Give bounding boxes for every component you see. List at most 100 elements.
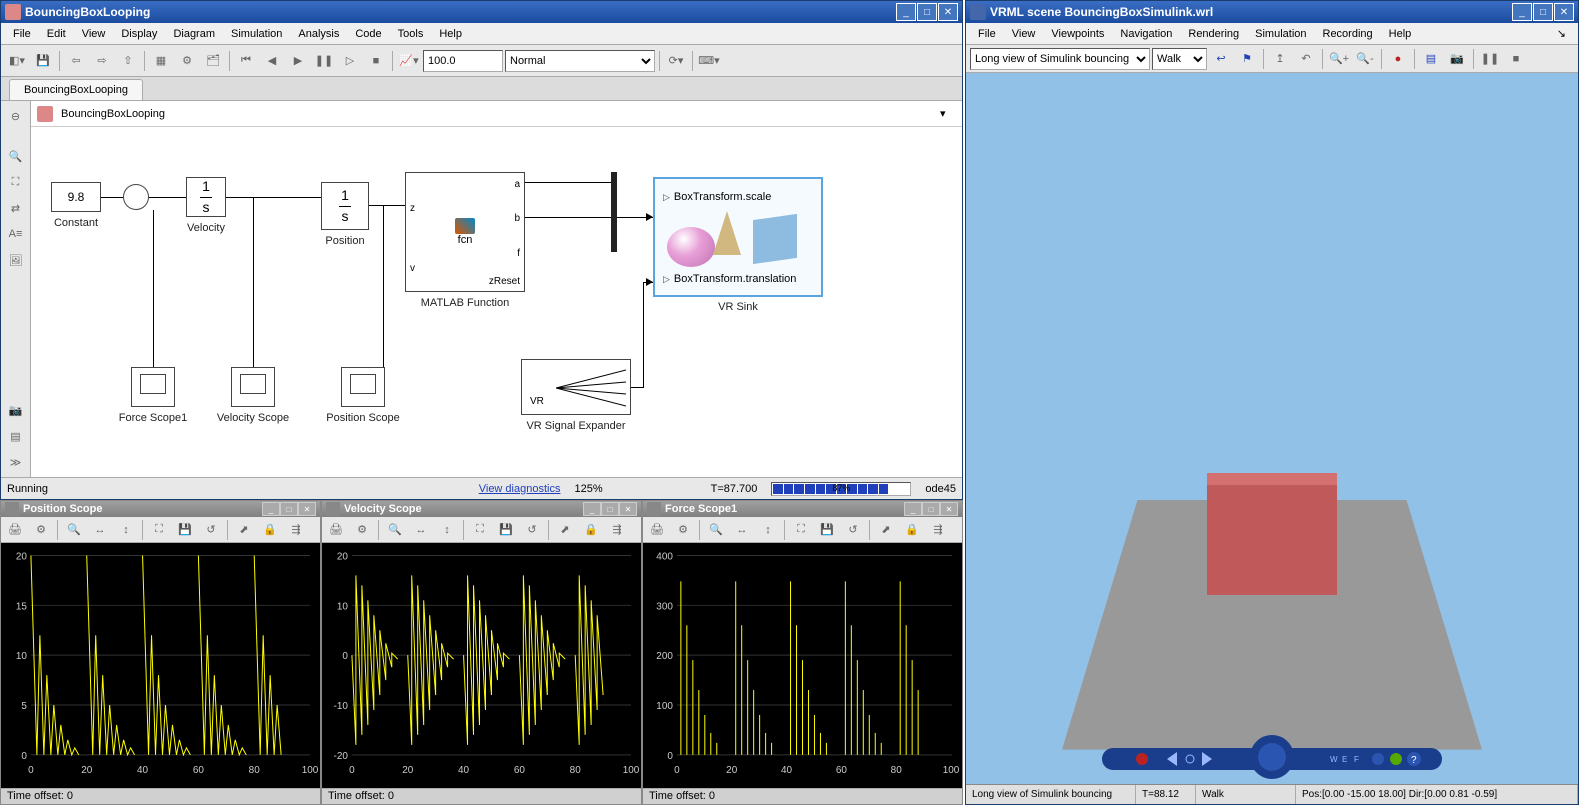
- zoom-in-icon[interactable]: 🔍+: [1327, 47, 1351, 71]
- minimize-button[interactable]: _: [262, 502, 280, 516]
- close-button[interactable]: ✕: [938, 3, 958, 21]
- menu-diagram[interactable]: Diagram: [165, 26, 223, 42]
- pause-icon[interactable]: ❚❚: [1478, 47, 1502, 71]
- zoom-x-icon[interactable]: ↔: [409, 518, 433, 542]
- save-icon[interactable]: 💾: [31, 49, 55, 73]
- print-icon[interactable]: 🖨: [3, 518, 27, 542]
- vrml-menu-file[interactable]: File: [970, 26, 1004, 42]
- autoscale-icon[interactable]: ⛶: [789, 518, 813, 542]
- force-scope-title-bar[interactable]: Force Scope1 _ □ ✕: [643, 501, 962, 517]
- menu-help[interactable]: Help: [431, 26, 470, 42]
- autoscale-icon[interactable]: ⛶: [468, 518, 492, 542]
- viewpoint-select[interactable]: Long view of Simulink bouncing ...: [970, 48, 1150, 70]
- minimize-button[interactable]: _: [583, 502, 601, 516]
- signal-select-icon[interactable]: ⇶: [284, 518, 308, 542]
- diagram-canvas[interactable]: 9.8 Constant 1s Velocity 1s Position z: [31, 127, 962, 477]
- block-params-icon[interactable]: ▤: [1419, 47, 1443, 71]
- maximize-button[interactable]: □: [917, 3, 937, 21]
- maximize-button[interactable]: □: [1533, 3, 1553, 21]
- close-button[interactable]: ✕: [298, 502, 316, 516]
- expand-icon[interactable]: ≫: [5, 451, 27, 473]
- zoom-y-icon[interactable]: ↕: [114, 518, 138, 542]
- matlab-function-block[interactable]: z v a b f zReset fcn MATLAB Function: [405, 172, 525, 292]
- nav-panel[interactable]: WEF ?: [1102, 734, 1442, 780]
- image-icon[interactable]: 🖼: [5, 249, 27, 271]
- menu-simulation[interactable]: Simulation: [223, 26, 290, 42]
- step-forward-icon[interactable]: ▷: [338, 49, 362, 73]
- position-integrator-block[interactable]: 1s Position: [321, 182, 369, 230]
- vrml-menu-simulation[interactable]: Simulation: [1247, 26, 1314, 42]
- zoom-y-icon[interactable]: ↕: [756, 518, 780, 542]
- hide-browser-icon[interactable]: ⊖: [5, 105, 27, 127]
- restore-axes-icon[interactable]: ↺: [841, 518, 865, 542]
- save-axes-icon[interactable]: 💾: [173, 518, 197, 542]
- restore-axes-icon[interactable]: ↺: [520, 518, 544, 542]
- menu-edit[interactable]: Edit: [39, 26, 74, 42]
- lock-icon[interactable]: 🔒: [579, 518, 603, 542]
- forward-icon[interactable]: ⇨: [90, 49, 114, 73]
- fast-restart-icon[interactable]: ⟳▾: [664, 49, 688, 73]
- save-axes-icon[interactable]: 💾: [815, 518, 839, 542]
- force-scope-block[interactable]: Force Scope1: [131, 367, 175, 407]
- stop-icon[interactable]: ■: [1504, 47, 1528, 71]
- back-icon[interactable]: ⇦: [64, 49, 88, 73]
- menu-file[interactable]: File: [5, 26, 39, 42]
- build-icon[interactable]: ⌨▾: [697, 49, 721, 73]
- stop-time-input[interactable]: [423, 50, 503, 72]
- zoom-in-icon[interactable]: 🔍: [5, 145, 27, 167]
- maximize-button[interactable]: □: [601, 502, 619, 516]
- step-back-icon[interactable]: ⏮: [234, 49, 258, 73]
- menu-tools[interactable]: Tools: [390, 26, 432, 42]
- nav-flag-icon[interactable]: ⚑: [1235, 47, 1259, 71]
- velocity-scope-plot[interactable]: 20 10 0 -10 -20 0 20 40 60 80 100: [322, 543, 641, 787]
- model-explorer-icon[interactable]: 🗂: [201, 49, 225, 73]
- position-scope-plot[interactable]: 20 15 10 5 0 0 20 40 60 80 100: [1, 543, 320, 787]
- close-button[interactable]: ✕: [619, 502, 637, 516]
- minimize-button[interactable]: _: [904, 502, 922, 516]
- fit-to-view-icon[interactable]: ⛶: [5, 171, 27, 193]
- vrml-menu-recording[interactable]: Recording: [1315, 26, 1381, 42]
- close-button[interactable]: ✕: [1554, 3, 1574, 21]
- params-icon[interactable]: ⚙: [671, 518, 695, 542]
- save-axes-icon[interactable]: 💾: [494, 518, 518, 542]
- vr-sink-block[interactable]: BoxTransform.scale BoxTransform.translat…: [653, 177, 823, 297]
- nav-back-icon[interactable]: ↩: [1209, 47, 1233, 71]
- force-scope-plot[interactable]: 400 300 200 100 0 0 20 40 60 80 100: [643, 543, 962, 787]
- params-icon[interactable]: ⚙: [350, 518, 374, 542]
- restore-axes-icon[interactable]: ↺: [199, 518, 223, 542]
- zoom-icon[interactable]: 🔍: [383, 518, 407, 542]
- menu-display[interactable]: Display: [113, 26, 165, 42]
- up-icon[interactable]: ⇧: [116, 49, 140, 73]
- undo-move-icon[interactable]: ↶: [1294, 47, 1318, 71]
- position-scope-title-bar[interactable]: Position Scope _ □ ✕: [1, 501, 320, 517]
- vrml-menu-view[interactable]: View: [1004, 26, 1044, 42]
- show-sample-time-icon[interactable]: ⇄: [5, 197, 27, 219]
- straighten-icon[interactable]: ↥: [1268, 47, 1292, 71]
- maximize-button[interactable]: □: [922, 502, 940, 516]
- minimize-button[interactable]: _: [1512, 3, 1532, 21]
- capture-icon[interactable]: 📷: [1445, 47, 1469, 71]
- zoom-out-icon[interactable]: 🔍-: [1353, 47, 1377, 71]
- screenshot-icon[interactable]: 📷: [5, 399, 27, 421]
- simulation-mode-select[interactable]: Normal: [505, 50, 655, 72]
- lock-icon[interactable]: 🔒: [258, 518, 282, 542]
- menu-code[interactable]: Code: [347, 26, 389, 42]
- velocity-scope-block[interactable]: Velocity Scope: [231, 367, 275, 407]
- tab-model[interactable]: BouncingBoxLooping: [9, 79, 143, 100]
- annotation-icon[interactable]: A≡: [5, 223, 27, 245]
- close-button[interactable]: ✕: [940, 502, 958, 516]
- zoom-x-icon[interactable]: ↔: [730, 518, 754, 542]
- zoom-y-icon[interactable]: ↕: [435, 518, 459, 542]
- float-icon[interactable]: ⬈: [553, 518, 577, 542]
- legend-icon[interactable]: ▤: [5, 425, 27, 447]
- maximize-button[interactable]: □: [280, 502, 298, 516]
- vrml-title-bar[interactable]: VRML scene BouncingBoxSimulink.wrl _ □ ✕: [966, 1, 1578, 23]
- mux-block[interactable]: [611, 172, 617, 252]
- lock-icon[interactable]: 🔒: [900, 518, 924, 542]
- model-config-icon[interactable]: ⚙: [175, 49, 199, 73]
- zoom-x-icon[interactable]: ↔: [88, 518, 112, 542]
- autoscale-icon[interactable]: ⛶: [147, 518, 171, 542]
- run-icon[interactable]: ▶: [286, 49, 310, 73]
- record-icon[interactable]: 📈▾: [397, 49, 421, 73]
- vrml-menu-viewpoints[interactable]: Viewpoints: [1043, 26, 1112, 42]
